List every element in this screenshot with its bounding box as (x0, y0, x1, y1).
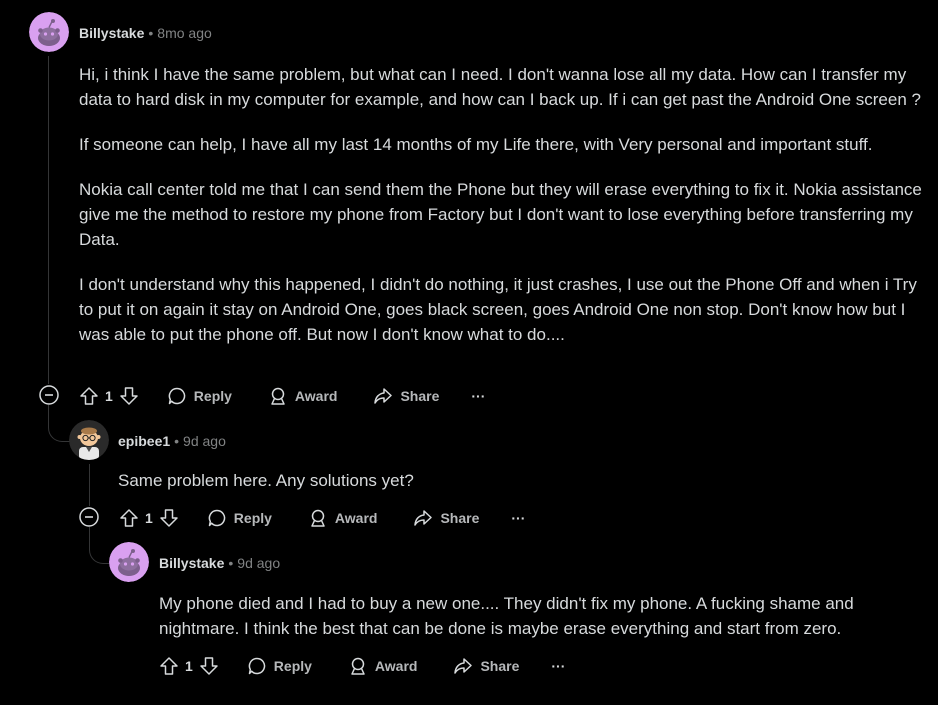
minus-circle-icon (79, 507, 99, 527)
collapse-thread-button[interactable] (38, 384, 60, 406)
downvote-arrow-icon (120, 387, 138, 405)
award-label: Award (294, 388, 338, 404)
comment-paragraph: I don't understand why this happened, I … (79, 275, 917, 344)
reply-label: Reply (273, 658, 312, 674)
share-arrow-icon (414, 510, 433, 526)
comment-paragraph: My phone died and I had to buy a new one… (159, 594, 854, 638)
username[interactable]: Billystake (79, 25, 144, 41)
more-icon: ··· (471, 388, 486, 404)
comment-paragraph: If someone can help, I have all my last … (79, 135, 873, 154)
comment-bubble-icon (168, 387, 186, 405)
comment-actions: 1 Reply Award Share ··· (159, 654, 565, 678)
avatar[interactable] (69, 420, 109, 460)
award-button[interactable]: Award (268, 386, 338, 406)
share-button[interactable]: Share (413, 508, 479, 528)
upvote-arrow-icon (80, 387, 98, 405)
award-icon (351, 657, 365, 675)
collapse-thread-button[interactable] (78, 506, 100, 528)
minus-circle-icon (39, 385, 59, 405)
reply-button[interactable]: Reply (167, 386, 232, 406)
comment-meta: Billystake • 8mo ago (79, 25, 212, 41)
vote-count: 1 (185, 658, 193, 674)
more-icon: ··· (511, 510, 526, 526)
comment-actions: 1 Reply Award Share ··· (119, 506, 525, 530)
comment-bubble-icon (248, 657, 266, 675)
award-label: Award (334, 510, 378, 526)
award-icon (311, 509, 325, 527)
username[interactable]: Billystake (159, 555, 224, 571)
reply-label: Reply (233, 510, 272, 526)
comment-bubble-icon (208, 509, 226, 527)
separator-dot: • (228, 555, 234, 571)
upvote-button[interactable] (119, 508, 139, 528)
more-options-button[interactable]: ··· (511, 510, 525, 526)
timestamp[interactable]: 9d ago (237, 555, 280, 571)
comment-paragraph: Hi, i think I have the same problem, but… (79, 65, 921, 109)
share-button[interactable]: Share (373, 386, 439, 406)
share-label: Share (440, 510, 480, 526)
comment-paragraph: Nokia call center told me that I can sen… (79, 180, 922, 249)
avatar[interactable] (29, 12, 69, 52)
timestamp[interactable]: 9d ago (183, 433, 226, 449)
snoo-avatar-icon (109, 542, 149, 582)
upvote-button[interactable] (79, 386, 99, 406)
vote-count: 1 (105, 388, 113, 404)
share-label: Share (400, 388, 440, 404)
snoo-avatar-icon (69, 420, 109, 460)
share-label: Share (480, 658, 520, 674)
comment-meta: epibee1 • 9d ago (118, 433, 226, 449)
avatar[interactable] (109, 542, 149, 582)
timestamp[interactable]: 8mo ago (157, 25, 211, 41)
comment-body: My phone died and I had to buy a new one… (159, 591, 899, 661)
reply-button[interactable]: Reply (247, 656, 312, 676)
downvote-button[interactable] (199, 656, 219, 676)
comment-meta: Billystake • 9d ago (159, 555, 280, 571)
comment-actions: 1 Reply Award Share ··· (79, 384, 485, 408)
thread-connector (89, 527, 110, 564)
thread-connector (48, 405, 71, 442)
thread-line (89, 464, 90, 506)
more-options-button[interactable]: ··· (471, 388, 485, 404)
snoo-avatar-icon (29, 12, 69, 52)
more-icon: ··· (551, 658, 566, 674)
award-button[interactable]: Award (308, 508, 378, 528)
reply-button[interactable]: Reply (207, 508, 272, 528)
vote-count: 1 (145, 510, 153, 526)
award-button[interactable]: Award (348, 656, 418, 676)
upvote-arrow-icon (160, 657, 178, 675)
separator-dot: • (174, 433, 180, 449)
downvote-arrow-icon (200, 657, 218, 675)
reply-label: Reply (193, 388, 232, 404)
share-button[interactable]: Share (453, 656, 519, 676)
comment-paragraph: Same problem here. Any solutions yet? (118, 471, 414, 490)
comment-body: Hi, i think I have the same problem, but… (79, 62, 935, 367)
downvote-button[interactable] (159, 508, 179, 528)
upvote-arrow-icon (120, 509, 138, 527)
award-label: Award (374, 658, 418, 674)
share-arrow-icon (374, 388, 393, 404)
thread-line (48, 56, 49, 384)
more-options-button[interactable]: ··· (551, 658, 565, 674)
award-icon (271, 387, 285, 405)
downvote-arrow-icon (160, 509, 178, 527)
share-arrow-icon (454, 658, 473, 674)
separator-dot: • (148, 25, 154, 41)
downvote-button[interactable] (119, 386, 139, 406)
username[interactable]: epibee1 (118, 433, 170, 449)
upvote-button[interactable] (159, 656, 179, 676)
